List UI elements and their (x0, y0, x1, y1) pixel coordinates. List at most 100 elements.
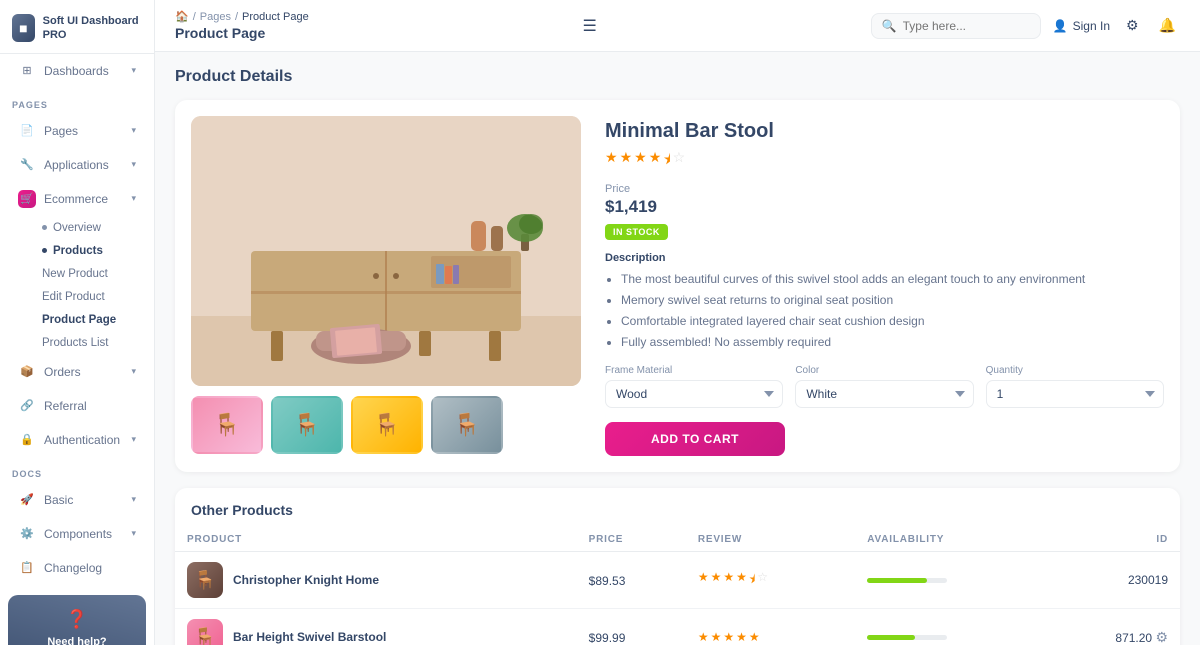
product-name-2: Bar Height Swivel Barstool (233, 630, 386, 644)
star-2: ★ (620, 149, 633, 173)
pages-icon: 📄 (18, 122, 36, 140)
auth-icon: 🔒 (18, 431, 36, 449)
help-title: Need help? (18, 636, 136, 645)
search-input[interactable] (903, 19, 1030, 33)
price-cell-1: $89.53 (577, 552, 686, 609)
products-table: PRODUCT PRICE REVIEW AVAILABILITY ID 🪑 C… (175, 528, 1180, 645)
product-details-title: Product Details (175, 68, 1180, 86)
col-id: ID (1042, 528, 1180, 552)
applications-label: Applications (44, 158, 109, 172)
dot-icon (42, 225, 47, 230)
thumbnail-2[interactable]: 🪑 (271, 396, 343, 454)
col-product: PRODUCT (175, 528, 577, 552)
sidebar-item-orders[interactable]: 📦 Orders ▾ (6, 356, 148, 388)
sidebar-item-authentication[interactable]: 🔒 Authentication ▾ (6, 424, 148, 456)
product-page-label: Product Page (42, 314, 116, 326)
id-cell-2: 871.20 ⚙ (1042, 609, 1180, 645)
help-box: ❓ Need help? Please check our docs DOCUM… (8, 595, 146, 645)
signin-button[interactable]: 👤 Sign In (1053, 19, 1110, 33)
pages-section-label: PAGES (0, 88, 154, 114)
basic-label: Basic (44, 493, 73, 507)
dashboards-label: Dashboards (44, 64, 109, 78)
thumbnail-4[interactable]: 🪑 (431, 396, 503, 454)
basic-icon: 🚀 (18, 491, 36, 509)
chevron-icon: ▾ (131, 528, 136, 539)
notifications-button[interactable]: 🔔 (1155, 13, 1180, 38)
product-name-1: Christopher Knight Home (233, 573, 379, 587)
desc-item-3: Comfortable integrated layered chair sea… (621, 312, 1164, 330)
thumbnail-row: 🪑 🪑 🪑 🪑 (191, 396, 581, 454)
r-star-1-6: ☆ (757, 570, 768, 591)
r-star-1-5: ⯨ (749, 570, 755, 591)
price-value: $1,419 (605, 197, 1164, 217)
quantity-group: Quantity 1 2 3 (986, 365, 1164, 408)
color-select[interactable]: White Black Brown (795, 380, 973, 408)
thumb-icon-2: 🪑 (273, 398, 341, 452)
star-1: ★ (605, 149, 618, 173)
settings-button[interactable]: ⚙ (1122, 13, 1143, 38)
product-name: Minimal Bar Stool (605, 120, 1164, 143)
sidebar-item-basic[interactable]: 🚀 Basic ▾ (6, 484, 148, 516)
sidebar-item-ecommerce[interactable]: 🛒 Ecommerce ▾ (6, 183, 148, 215)
r-star-1-3: ★ (723, 570, 734, 591)
sidebar-item-changelog[interactable]: 📋 Changelog (6, 552, 148, 584)
frame-material-group: Frame Material Wood Metal Plastic (605, 365, 783, 408)
orders-icon: 📦 (18, 363, 36, 381)
thumbnail-1[interactable]: 🪑 (191, 396, 263, 454)
frame-material-select[interactable]: Wood Metal Plastic (605, 380, 783, 408)
r-star-1-1: ★ (698, 570, 709, 591)
overview-label: Overview (53, 222, 101, 234)
sidebar-item-product-page[interactable]: Product Page (34, 309, 148, 331)
rating-stars: ★ ★ ★ ★ ⯨ ☆ (605, 149, 1164, 173)
product-cell-2: 🪑 Bar Height Swivel Barstool (175, 609, 577, 645)
other-products-title: Other Products (175, 488, 1180, 528)
gear-button[interactable]: ⚙ (1155, 629, 1168, 645)
r-star-1-4: ★ (736, 570, 747, 591)
product-options: Frame Material Wood Metal Plastic Color … (605, 365, 1164, 408)
chevron-icon: ▾ (131, 494, 136, 505)
product-cell-1: 🪑 Christopher Knight Home (175, 552, 577, 609)
breadcrumb-sep2: / (235, 11, 238, 23)
avail-cell-1 (855, 552, 1042, 609)
search-icon: 🔍 (882, 19, 897, 33)
referral-label: Referral (44, 399, 87, 413)
chevron-icon: ▾ (131, 125, 136, 136)
add-to-cart-button[interactable]: ADD TO CART (605, 422, 785, 456)
sidebar-item-new-product[interactable]: New Product (34, 263, 148, 285)
main-product-image (191, 116, 581, 386)
topbar-center: ☰ (579, 12, 601, 40)
thumb-icon-3: 🪑 (353, 398, 421, 452)
topbar-left: 🏠 / Pages / Product Page Product Page (175, 10, 309, 41)
sidebar-item-referral[interactable]: 🔗 Referral (6, 390, 148, 422)
sidebar-item-components[interactable]: ⚙️ Components ▾ (6, 518, 148, 550)
breadcrumb-pages: Pages (200, 11, 231, 23)
thumbnail-3[interactable]: 🪑 (351, 396, 423, 454)
quantity-select[interactable]: 1 2 3 (986, 380, 1164, 408)
product-thumb-2: 🪑 (187, 619, 223, 645)
sidebar-item-products[interactable]: Products (34, 240, 148, 262)
sidebar-item-dashboards[interactable]: ⊞ Dashboards ▾ (6, 55, 148, 87)
table-header-row: PRODUCT PRICE REVIEW AVAILABILITY ID (175, 528, 1180, 552)
sidebar-item-edit-product[interactable]: Edit Product (34, 286, 148, 308)
sidebar-item-applications[interactable]: 🔧 Applications ▾ (6, 149, 148, 181)
sidebar-item-overview[interactable]: Overview (34, 217, 148, 239)
sidebar-item-products-list[interactable]: Products List (34, 332, 148, 354)
hamburger-button[interactable]: ☰ (579, 12, 601, 40)
referral-icon: 🔗 (18, 397, 36, 415)
topbar-right: 🔍 👤 Sign In ⚙ 🔔 (871, 13, 1180, 39)
price-value-1: $89.53 (589, 574, 626, 588)
product-name-cell-2: 🪑 Bar Height Swivel Barstool (187, 619, 565, 645)
price-value-2: $99.99 (589, 631, 626, 645)
sidebar: ■ Soft UI Dashboard PRO ⊞ Dashboards ▾ P… (0, 0, 155, 645)
price-label: Price (605, 183, 1164, 195)
desc-item-1: The most beautiful curves of this swivel… (621, 270, 1164, 288)
availability-fill-2 (867, 635, 915, 640)
id-value-2: 871.20 (1115, 631, 1152, 645)
sidebar-item-pages[interactable]: 📄 Pages ▾ (6, 115, 148, 147)
chevron-icon: ▾ (131, 159, 136, 170)
product-info: Minimal Bar Stool ★ ★ ★ ★ ⯨ ☆ Price $1,4… (605, 116, 1164, 456)
review-stars-1: ★ ★ ★ ★ ⯨ ☆ (698, 570, 843, 591)
products-list-label: Products List (42, 337, 108, 349)
chevron-icon: ▾ (131, 366, 136, 377)
applications-icon: 🔧 (18, 156, 36, 174)
